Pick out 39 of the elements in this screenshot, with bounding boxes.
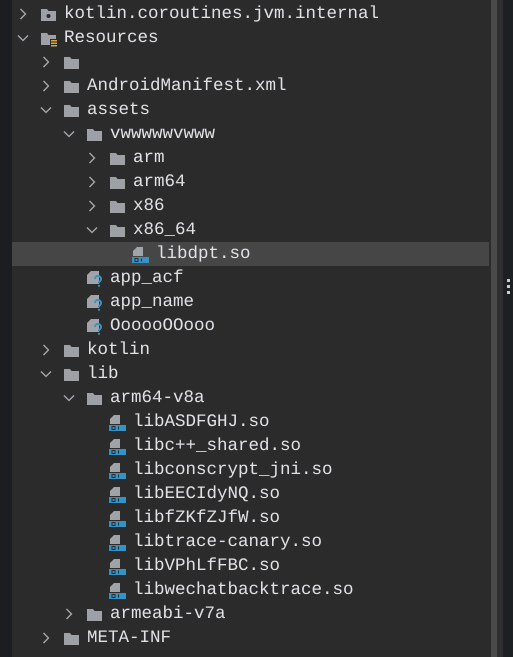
tree-row[interactable]: Resources — [12, 26, 489, 50]
tree-row[interactable]: arm — [12, 146, 489, 170]
binary-file-icon — [109, 486, 126, 502]
tree-row[interactable]: AndroidManifest.xml — [12, 74, 489, 98]
tree-row[interactable]: armeabi-v7a — [12, 602, 489, 626]
binary-file-icon — [109, 582, 126, 598]
binary-file-icon — [109, 414, 126, 430]
binary-file-icon — [109, 558, 126, 574]
binary-file-icon — [109, 462, 126, 478]
tree-row[interactable]: libc++_shared.so — [12, 434, 489, 458]
tree-row[interactable]: lib — [12, 362, 489, 386]
tree-row[interactable]: META-INF — [12, 626, 489, 650]
tree-row[interactable]: libwechatbacktrace.so — [12, 578, 489, 602]
tree-row[interactable]: kotlin — [12, 338, 489, 362]
unknown-file-icon — [86, 318, 103, 334]
tree-row[interactable]: libtrace-canary.so — [12, 530, 489, 554]
tree-row[interactable]: libVPhLfFBC.so — [12, 554, 489, 578]
tree-row[interactable]: assets — [12, 98, 489, 122]
binary-file-icon — [109, 510, 126, 526]
binary-file-icon — [109, 438, 126, 454]
tree-row[interactable]: libconscrypt_jni.so — [12, 458, 489, 482]
tree-row[interactable]: kotlin.coroutines.jvm.internal — [12, 2, 489, 26]
tree-row[interactable]: arm64-v8a — [12, 386, 489, 410]
tree-row[interactable]: x86 — [12, 194, 489, 218]
tree-row[interactable]: x86_64 — [12, 218, 489, 242]
tree-row[interactable]: libdpt.so — [12, 242, 489, 266]
scrollbar[interactable] — [491, 0, 497, 657]
binary-file-icon — [132, 246, 149, 262]
tree-row[interactable]: arm64 — [12, 170, 489, 194]
tree-row[interactable]: libfZKfZJfW.so — [12, 506, 489, 530]
tree-row[interactable]: app_name — [12, 290, 489, 314]
tree-row[interactable]: OooooOOooo — [12, 314, 489, 338]
tree-row[interactable]: app_acf — [12, 266, 489, 290]
tree-row[interactable]: vwwwwwvwww — [12, 122, 489, 146]
unknown-file-icon — [86, 270, 103, 286]
binary-file-icon — [109, 534, 126, 550]
unknown-file-icon — [86, 294, 103, 310]
tree-row[interactable]: libASDFGHJ.so — [12, 410, 489, 434]
tree-row[interactable]: libEECIdyNQ.so — [12, 482, 489, 506]
